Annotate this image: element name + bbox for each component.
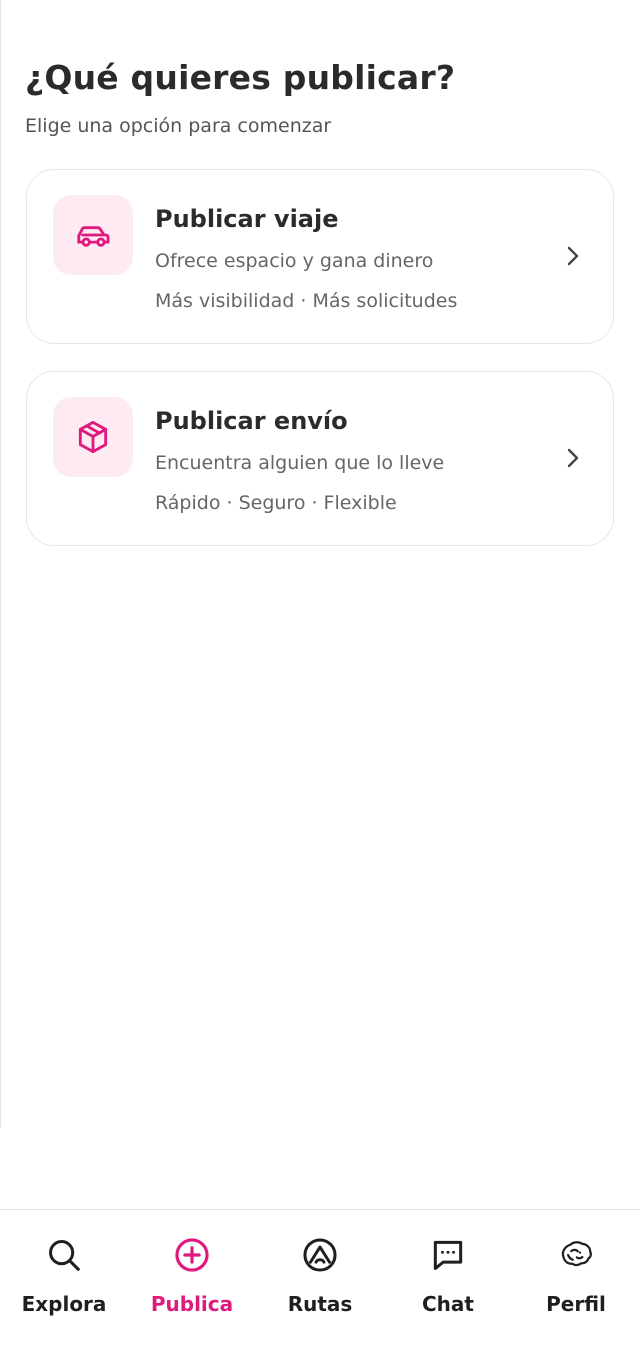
tab-chat[interactable]: Chat xyxy=(384,1236,512,1326)
tab-publica[interactable]: Publica xyxy=(128,1236,256,1326)
tab-perfil[interactable]: Perfil xyxy=(512,1236,640,1326)
publish-shipment-meta: Rápido · Seguro · Flexible xyxy=(155,492,397,514)
tab-chat-label: Chat xyxy=(422,1292,474,1316)
tab-rutas-label: Rutas xyxy=(287,1292,353,1316)
page-subtitle: Elige una opción para comenzar xyxy=(25,115,332,137)
publish-shipment-description: Encuentra alguien que lo lleve xyxy=(155,452,445,474)
car-icon-tile xyxy=(53,195,133,275)
bottom-tab-bar: Explora Publica Rutas Chat Perfil xyxy=(0,1209,640,1345)
publish-shipment-text: Publicar envío Encuentra alguien que lo … xyxy=(155,404,543,516)
route-icon xyxy=(303,1238,337,1272)
search-icon xyxy=(49,1240,80,1271)
publish-trip-card[interactable]: Publicar viaje Ofrece espacio y gana din… xyxy=(26,169,614,344)
package-icon-tile xyxy=(53,397,133,477)
tab-rutas[interactable]: Rutas xyxy=(256,1236,384,1326)
publish-shipment-title: Publicar envío xyxy=(155,407,348,435)
page-title: ¿Qué quieres publicar? xyxy=(25,58,456,97)
plus-circle-icon xyxy=(175,1238,209,1272)
package-icon xyxy=(78,421,108,453)
lion-avatar-icon xyxy=(561,1241,592,1267)
chat-icon xyxy=(433,1240,463,1270)
publish-trip-description: Ofrece espacio y gana dinero xyxy=(155,250,434,272)
publish-trip-text: Publicar viaje Ofrece espacio y gana din… xyxy=(155,202,543,314)
publish-screen: ¿Qué quieres publicar? Elige una opción … xyxy=(0,0,640,1345)
publish-trip-title: Publicar viaje xyxy=(155,205,339,233)
publish-shipment-card[interactable]: Publicar envío Encuentra alguien que lo … xyxy=(26,371,614,546)
chevron-right-icon xyxy=(567,448,579,468)
publish-trip-meta: Más visibilidad · Más solicitudes xyxy=(155,290,458,312)
tab-explora-label: Explora xyxy=(21,1292,107,1316)
car-icon xyxy=(77,226,110,247)
page-header: ¿Qué quieres publicar? Elige una opción … xyxy=(25,56,615,138)
tab-explora[interactable]: Explora xyxy=(0,1236,128,1326)
tab-publica-label: Publica xyxy=(150,1292,234,1316)
tab-perfil-label: Perfil xyxy=(546,1292,606,1316)
chevron-right-icon xyxy=(567,246,579,266)
left-divider xyxy=(0,0,1,1128)
